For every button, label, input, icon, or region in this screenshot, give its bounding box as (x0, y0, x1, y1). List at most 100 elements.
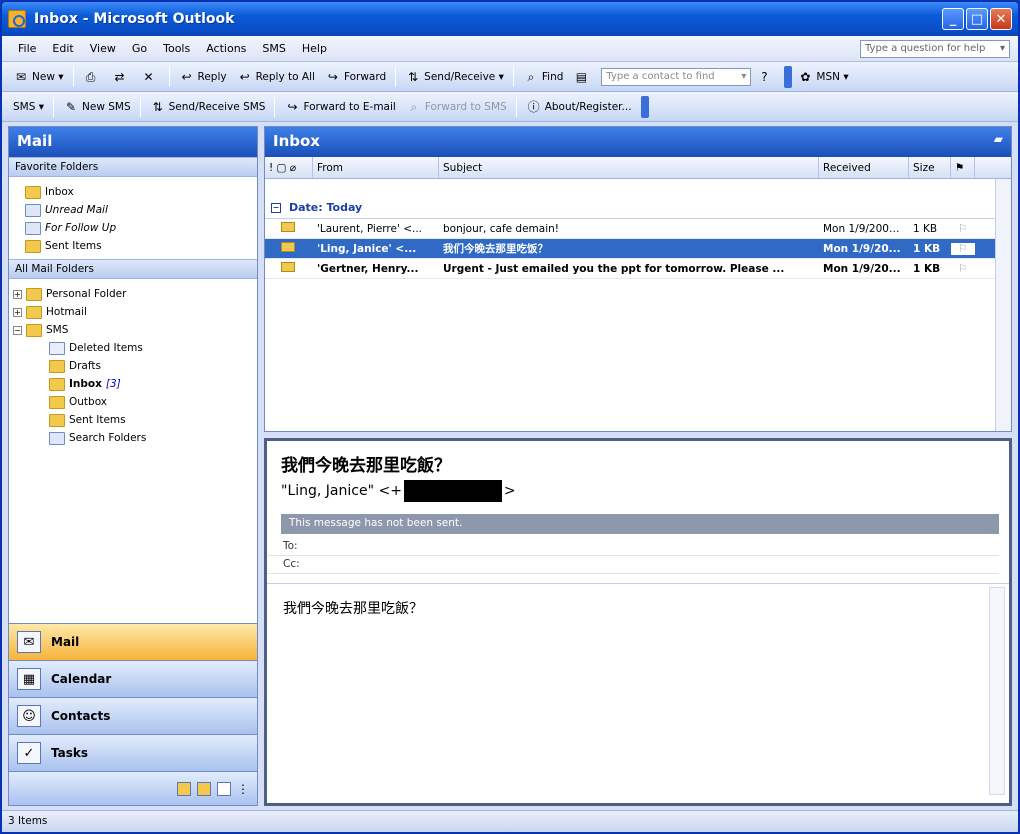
column-received[interactable]: Received (819, 157, 909, 178)
to-line: To: (267, 538, 999, 556)
all-mail-folders-heading[interactable]: All Mail Folders (9, 259, 257, 279)
new-sms-button[interactable]: ✎ New SMS (58, 97, 136, 117)
chevron-down-icon[interactable]: ▾ (1000, 43, 1005, 54)
minimize-button[interactable]: _ (942, 8, 964, 30)
notes-icon[interactable] (177, 781, 191, 796)
help-placeholder: Type a question for help (865, 43, 986, 54)
close-button[interactable]: ✕ (990, 8, 1012, 30)
row-from: 'Laurent, Pierre' <... (317, 222, 423, 235)
menu-file[interactable]: File (10, 40, 44, 57)
menu-tools[interactable]: Tools (155, 40, 198, 57)
menu-bar: File Edit View Go Tools Actions SMS Help… (2, 36, 1018, 62)
favorite-unread-mail[interactable]: Unread Mail (25, 201, 257, 219)
hotmail-folder-icon (26, 305, 42, 319)
title-bar[interactable]: Inbox - Microsoft Outlook _ □ ✕ (2, 2, 1018, 36)
column-from[interactable]: From (313, 157, 439, 178)
sms-menu-button[interactable]: SMS ▾ (8, 99, 49, 115)
nav-calendar-button[interactable]: ▦ Calendar (9, 660, 257, 697)
folder-sms[interactable]: − SMS (13, 321, 257, 339)
favorite-follow-up[interactable]: For Follow Up (25, 219, 257, 237)
message-row-selected[interactable]: 'Ling, Janice' <... 我们今晚去那里吃饭？ Mon 1/9/2… (265, 239, 1011, 259)
send-receive-button[interactable]: ⇅ Send/Receive ▾ (400, 67, 509, 87)
collapse-icon[interactable]: − (271, 202, 281, 213)
folder-inbox[interactable]: Inbox [3] (49, 375, 257, 393)
row-from: 'Gertner, Henry... (317, 262, 419, 275)
folder-list-icon[interactable] (197, 781, 211, 796)
reply-button[interactable]: ↩ Reply (174, 67, 232, 87)
group-header-today[interactable]: − Date: Today (265, 197, 1011, 219)
nav-contacts-button[interactable]: ☺ Contacts (9, 697, 257, 734)
favorite-sent-items[interactable]: Sent Items (25, 237, 257, 255)
find-button[interactable]: ⌕ Find (518, 67, 569, 87)
send-receive-sms-button[interactable]: ⇅ Send/Receive SMS (145, 97, 271, 117)
toolbar-options-grip[interactable] (784, 65, 793, 88)
favorite-folders-heading[interactable]: Favorite Folders (9, 157, 257, 177)
folder-hotmail[interactable]: + Hotmail (13, 303, 257, 321)
maximize-button[interactable]: □ (966, 8, 988, 30)
inbox-folder-icon (25, 185, 41, 199)
forward-button[interactable]: ↪ Forward (320, 67, 391, 87)
message-list-scrollbar[interactable] (995, 179, 1011, 431)
menu-edit[interactable]: Edit (44, 40, 81, 57)
flag-icon[interactable]: ⚐ (951, 242, 975, 255)
reply-all-button[interactable]: ↩ Reply to All (232, 67, 320, 87)
chevron-down-icon[interactable]: ▾ (741, 71, 746, 82)
mail-icon: ✉ (17, 631, 41, 653)
shortcuts-icon[interactable] (217, 781, 231, 796)
move-to-folder-button[interactable]: ⇄ (107, 67, 136, 87)
new-sms-icon: ✎ (65, 99, 77, 114)
new-mail-icon: ✉ (15, 69, 27, 84)
collapse-icon[interactable]: − (13, 325, 22, 335)
msn-button[interactable]: ✿ MSN ▾ (792, 67, 853, 87)
find-contact-input[interactable]: Type a contact to find ▾ (601, 67, 752, 86)
menu-go[interactable]: Go (124, 40, 155, 57)
tasks-icon: ✓ (17, 742, 41, 764)
msn-butterfly-icon: ✿ (800, 69, 811, 84)
row-subject: Urgent - Just emailed you the ppt for to… (443, 262, 785, 275)
favorite-inbox[interactable]: Inbox (25, 183, 257, 201)
all-folders-tree: + Personal Folder + Hotmail − SMS Deleted I… (9, 279, 257, 451)
configure-buttons-icon[interactable]: ⋮ (237, 782, 249, 796)
envelope-icon (281, 242, 295, 252)
column-subject[interactable]: Subject (439, 157, 819, 178)
menu-actions[interactable]: Actions (198, 40, 254, 57)
search-folder-icon (49, 431, 65, 445)
menu-sms[interactable]: SMS (254, 40, 293, 57)
menu-help[interactable]: Help (294, 40, 335, 57)
folder-search-folders[interactable]: Search Folders (49, 429, 257, 447)
help-button[interactable]: ? (751, 67, 780, 87)
folder-personal[interactable]: + Personal Folder (13, 285, 257, 303)
nav-tasks-button[interactable]: ✓ Tasks (9, 734, 257, 771)
print-button[interactable]: ⎙ (78, 67, 107, 87)
expand-icon[interactable]: + (13, 307, 22, 317)
message-row[interactable]: 'Gertner, Henry... Urgent - Just emailed… (265, 259, 1011, 279)
folder-sent-items[interactable]: Sent Items (49, 411, 257, 429)
favorite-folders-list: Inbox Unread Mail For Follow Up Sent Ite… (9, 177, 257, 259)
message-row[interactable]: 'Laurent, Pierre' <... bonjour, cafe dem… (265, 219, 1011, 239)
new-button[interactable]: ✉ New ▾ (8, 67, 69, 87)
column-size[interactable]: Size (909, 157, 951, 178)
navigation-pane: Mail Favorite Folders Inbox Unread Mail … (8, 126, 258, 806)
nav-mail-button[interactable]: ✉ Mail (9, 623, 257, 660)
send-receive-icon: ⇅ (408, 69, 419, 84)
forward-to-sms-button[interactable]: ⌕ Forward to SMS (401, 97, 512, 117)
flag-icon[interactable]: ⚐ (951, 223, 975, 235)
flag-icon[interactable]: ⚐ (951, 263, 975, 275)
info-bar[interactable]: This message has not been sent. (281, 514, 999, 534)
menu-view[interactable]: View (82, 40, 124, 57)
help-question-input[interactable]: Type a question for help ▾ (860, 39, 1010, 58)
delete-button[interactable]: ✕ (136, 67, 165, 87)
row-size: 1 KB (913, 242, 941, 255)
about-register-button[interactable]: ⓘ About/Register... (521, 97, 637, 117)
toolbar-options-grip[interactable] (640, 95, 649, 118)
folder-drafts[interactable]: Drafts (49, 357, 257, 375)
outlook-app-icon[interactable] (8, 10, 26, 28)
address-book-button[interactable]: ▤ (568, 67, 597, 87)
column-icons[interactable]: ! ▢ ⌀ (265, 157, 313, 178)
reading-pane-scrollbar[interactable] (989, 587, 1005, 795)
folder-outbox[interactable]: Outbox (49, 393, 257, 411)
folder-deleted-items[interactable]: Deleted Items (49, 339, 257, 357)
column-flag[interactable]: ⚑ (951, 157, 975, 178)
expand-icon[interactable]: + (13, 289, 22, 299)
forward-to-email-button[interactable]: ↪ Forward to E-mail (279, 97, 400, 117)
